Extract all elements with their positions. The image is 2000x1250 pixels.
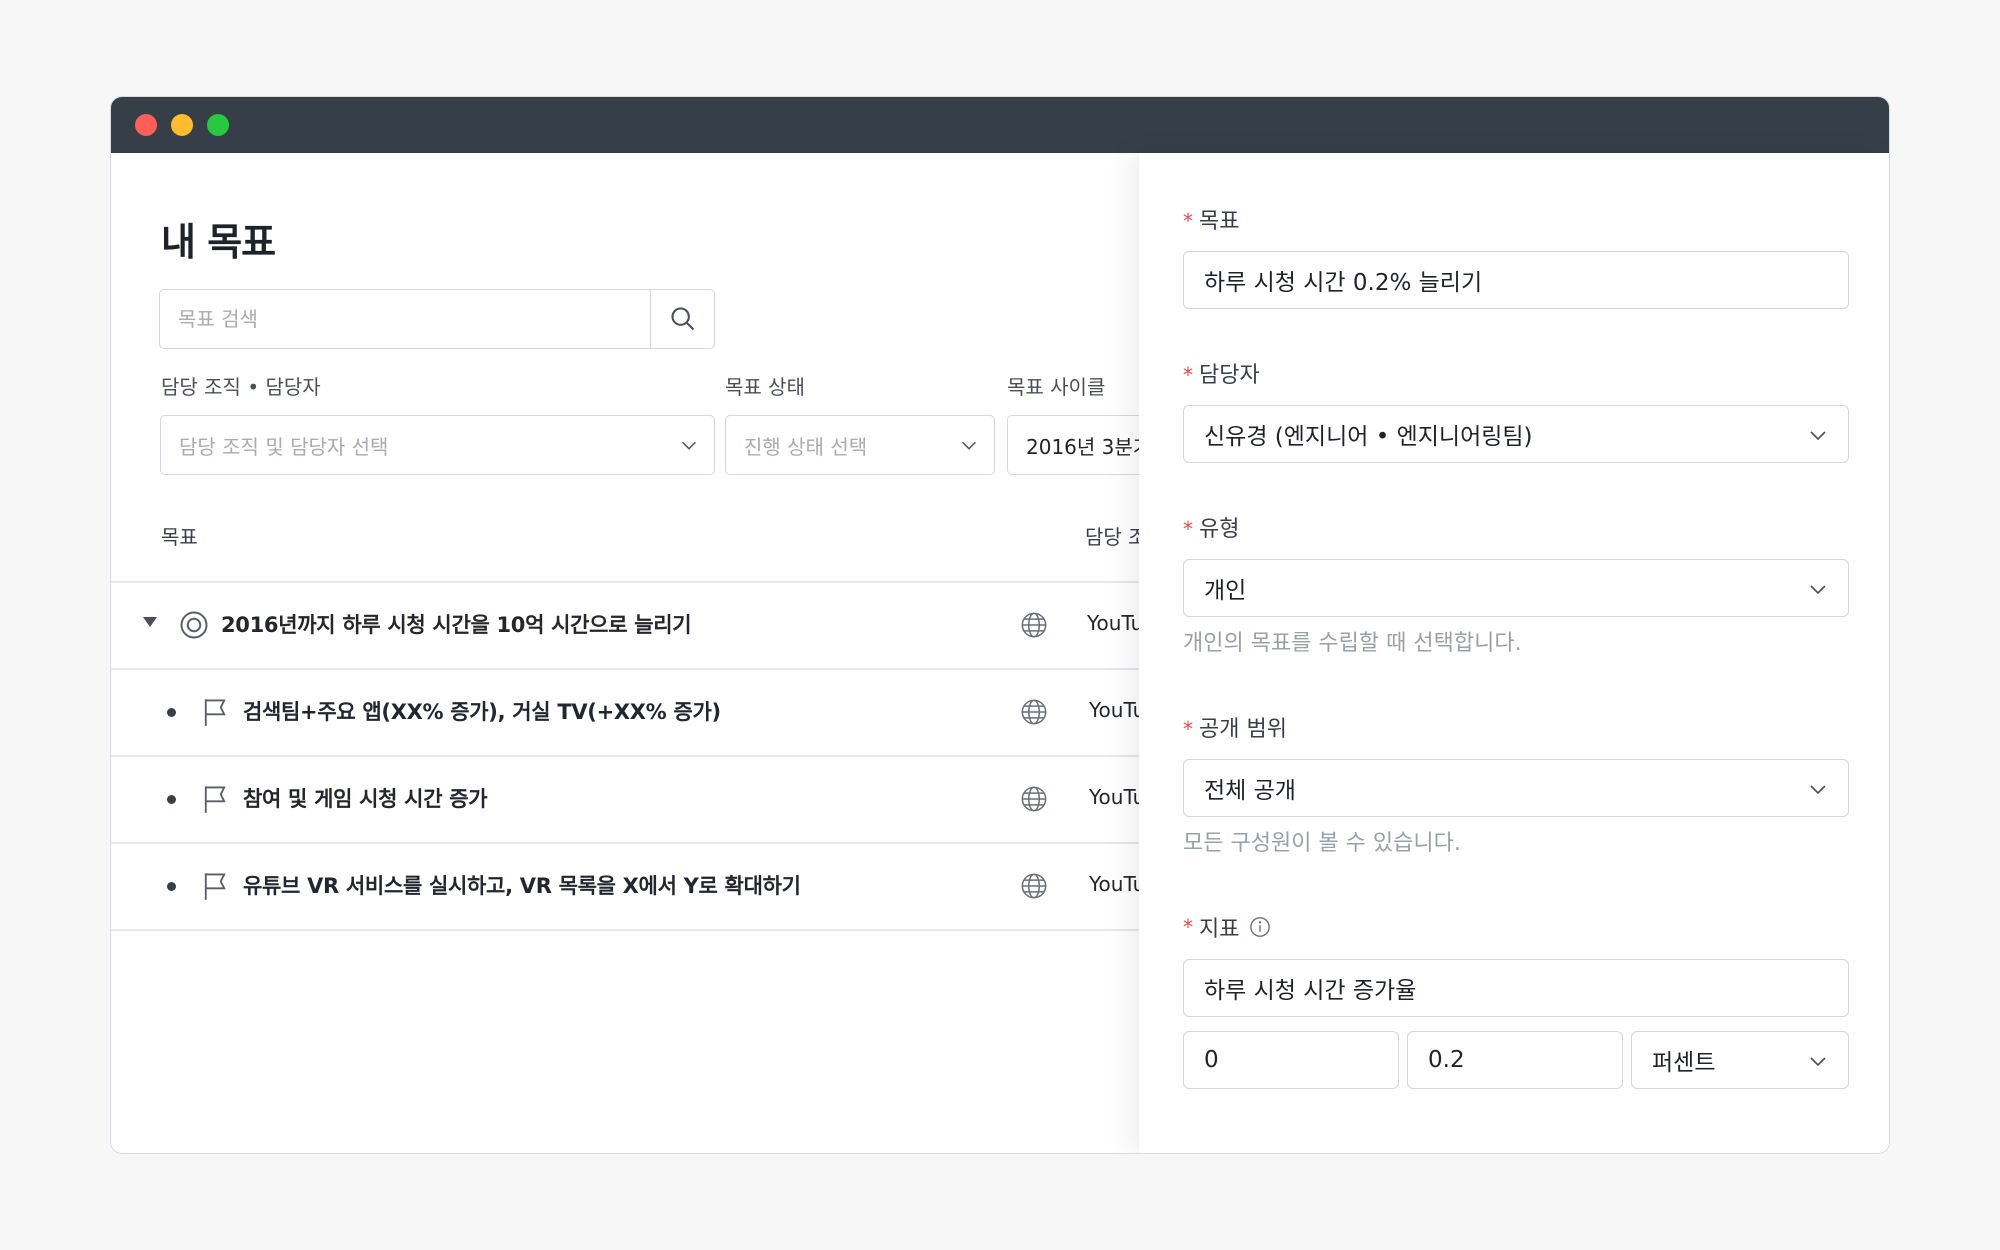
metric-input[interactable]: 하루 시청 시간 증가율 — [1183, 959, 1849, 1017]
chevron-down-icon — [1810, 1057, 1826, 1067]
metric-field-label: * 지표 — [1183, 911, 1271, 943]
app-window: 내 목표 담당 조직 • 담당자 목표 상태 목표 사이클 담당 조직 및 담당… — [110, 96, 1890, 1154]
metric-start-value: 0 — [1204, 1047, 1219, 1073]
search-icon — [670, 307, 694, 331]
search-button[interactable] — [650, 290, 714, 348]
flag-icon — [204, 873, 226, 900]
visibility-field-label: * 공개 범위 — [1183, 717, 1287, 742]
goal-title: 2016년까지 하루 시청 시간을 10억 시간으로 늘리기 — [221, 613, 692, 637]
chevron-down-icon — [1810, 585, 1826, 595]
required-mark: * — [1183, 517, 1193, 541]
minimize-window-button[interactable] — [171, 114, 193, 136]
goal-owner: YouTube — [1089, 785, 1139, 809]
goal-input-value: 하루 시청 시간 0.2% 늘리기 — [1204, 270, 1483, 296]
cycle-filter-value: 2016년 3분기 — [1026, 434, 1139, 459]
goal-row[interactable]: 유튜브 VR 서비스를 실시하고, VR 목록을 X에서 Y로 확대하기 You… — [111, 843, 1139, 929]
metric-input-value: 하루 시청 시간 증가율 — [1204, 978, 1417, 1004]
status-filter-select[interactable]: 진행 상태 선택 — [725, 415, 995, 475]
divider — [111, 929, 1139, 931]
globe-icon — [1021, 786, 1047, 812]
caret-down-icon[interactable] — [143, 617, 157, 627]
metric-target-value: 0.2 — [1428, 1047, 1465, 1073]
info-icon[interactable] — [1249, 916, 1271, 938]
target-icon — [180, 611, 208, 639]
metric-start-input[interactable]: 0 — [1183, 1031, 1399, 1089]
required-mark: * — [1183, 209, 1193, 233]
goal-title: 유튜브 VR 서비스를 실시하고, VR 목록을 X에서 Y로 확대하기 — [243, 874, 801, 898]
chevron-down-icon — [1810, 431, 1826, 441]
goal-title: 참여 및 게임 시청 시간 증가 — [243, 787, 488, 811]
goal-title: 검색팀+주요 앱(XX% 증가), 거실 TV(+XX% 증가) — [243, 700, 721, 724]
assignee-select[interactable]: 신유경 (엔지니어 • 엔지니어링팀) — [1183, 405, 1849, 463]
type-select-value: 개인 — [1204, 578, 1247, 604]
owner-filter-select[interactable]: 담당 조직 및 담당자 선택 — [160, 415, 715, 475]
chevron-down-icon — [1810, 785, 1826, 795]
type-select[interactable]: 개인 — [1183, 559, 1849, 617]
owner-filter-label: 담당 조직 • 담당자 — [161, 375, 321, 399]
close-window-button[interactable] — [135, 114, 157, 136]
goal-search — [159, 289, 715, 349]
assignee-field-label: * 담당자 — [1183, 363, 1260, 388]
type-help-text: 개인의 목표를 수립할 때 선택합니다. — [1183, 631, 1522, 656]
globe-icon — [1021, 612, 1047, 638]
chevron-down-icon — [962, 441, 976, 450]
chevron-down-icon — [682, 441, 696, 450]
bullet — [167, 708, 176, 717]
goal-row[interactable]: 2016년까지 하루 시청 시간을 10억 시간으로 늘리기 YouTube — [111, 582, 1139, 668]
required-mark: * — [1183, 717, 1193, 741]
maximize-window-button[interactable] — [207, 114, 229, 136]
goal-owner: YouTube — [1089, 698, 1139, 722]
visibility-select-value: 전체 공개 — [1204, 778, 1296, 804]
required-mark: * — [1183, 363, 1193, 387]
type-field-label: * 유형 — [1183, 517, 1240, 542]
bullet — [167, 882, 176, 891]
goal-input[interactable]: 하루 시청 시간 0.2% 늘리기 — [1183, 251, 1849, 309]
visibility-help-text: 모든 구성원이 볼 수 있습니다. — [1183, 831, 1461, 856]
status-filter-label: 목표 상태 — [725, 375, 805, 399]
globe-icon — [1021, 873, 1047, 899]
flag-icon — [204, 786, 226, 813]
metric-unit-value: 퍼센트 — [1652, 1050, 1716, 1076]
goal-form-panel: * 목표 하루 시청 시간 0.2% 늘리기 * 담당자 신유경 (엔지니어 • 엔… — [1139, 153, 1889, 1153]
goal-row[interactable]: 참여 및 게임 시청 시간 증가 YouTube — [111, 756, 1139, 842]
globe-icon — [1021, 699, 1047, 725]
flag-icon — [204, 699, 226, 726]
goal-field-label: * 목표 — [1183, 209, 1240, 234]
required-mark: * — [1183, 915, 1193, 939]
goal-owner: YouTube — [1089, 872, 1139, 896]
cycle-filter-label: 목표 사이클 — [1007, 375, 1106, 399]
visibility-select[interactable]: 전체 공개 — [1183, 759, 1849, 817]
goal-search-input[interactable] — [160, 290, 650, 348]
bullet — [167, 795, 176, 804]
metric-target-input[interactable]: 0.2 — [1407, 1031, 1623, 1089]
status-filter-placeholder: 진행 상태 선택 — [744, 434, 868, 459]
page-title: 내 목표 — [161, 220, 276, 264]
goal-list-panel: 내 목표 담당 조직 • 담당자 목표 상태 목표 사이클 담당 조직 및 담당… — [111, 153, 1139, 1153]
goal-column-header: 목표 — [161, 525, 198, 549]
cycle-filter-select[interactable]: 2016년 3분기 — [1007, 415, 1139, 475]
title-bar — [111, 97, 1889, 153]
metric-unit-select[interactable]: 퍼센트 — [1631, 1031, 1849, 1089]
owner-filter-placeholder: 담당 조직 및 담당자 선택 — [179, 434, 389, 459]
assignee-select-value: 신유경 (엔지니어 • 엔지니어링팀) — [1204, 424, 1533, 450]
goal-row[interactable]: 검색팀+주요 앱(XX% 증가), 거실 TV(+XX% 증가) YouTube — [111, 669, 1139, 755]
goal-owner: YouTube — [1087, 611, 1139, 635]
owner-column-header: 담당 조직 — [1085, 525, 1139, 549]
